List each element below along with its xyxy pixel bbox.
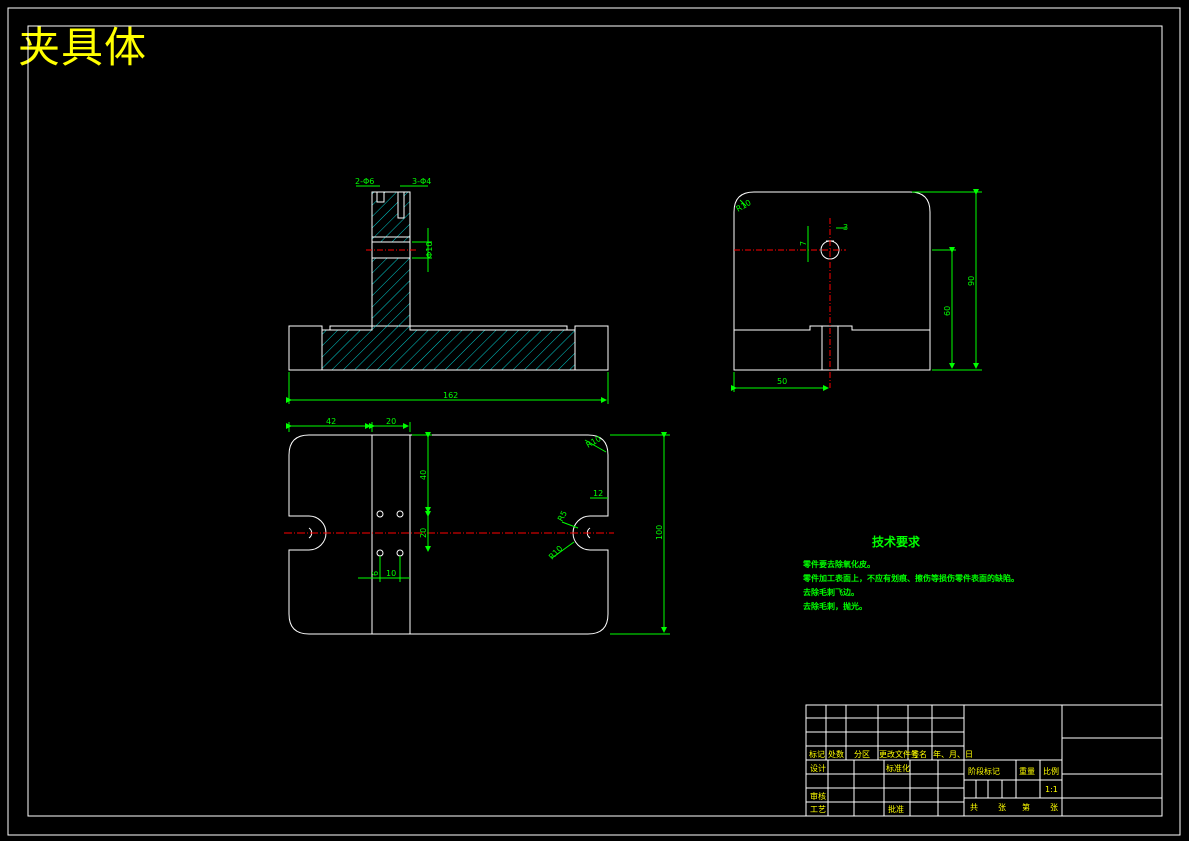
dim-front-height: Φ10 [425,242,434,258]
tb-scale: 比例 [1043,766,1059,776]
dim-plan-hole-h1: 6 [371,571,380,576]
front-pin-slot-left [376,191,385,203]
front-section-view: 2-Φ6 3-Φ4 Φ10 162 [286,177,609,404]
dim-plan-hole-h2: 10 [386,569,396,578]
plan-outline [288,434,609,635]
front-pin-slot-right [397,191,405,219]
tb-header-count: 处数 [828,749,844,759]
plan-hole-3 [376,549,384,557]
title-block [805,704,1163,817]
tech-req-item-3: 去除毛刺飞边。 [803,587,859,597]
dim-plan-radius: R10 [585,434,603,450]
tb-stage-mark: 阶段标记 [968,766,1000,776]
tb-scale-value: 1:1 [1045,785,1058,794]
inner-frame [27,25,1163,817]
tb-sheets-total: 共 [970,803,978,812]
tb-sheets-number: 第 [1022,802,1030,812]
plan-hole-2 [396,510,404,518]
tb-approve: 批准 [888,804,904,814]
tb-weight: 重量 [1019,766,1035,776]
tb-header-zone: 分区 [854,750,870,759]
dim-side-center-height: 60 [943,306,952,316]
tech-req-item-4: 去除毛刺，抛光。 [803,601,867,611]
tb-header-date: 年、月、日 [933,749,973,759]
front-hatched-section [321,191,576,371]
dim-leader-plan-slot-r1 [561,521,579,529]
dim-side-small: 3 [843,223,848,232]
plan-hole-4 [396,549,404,557]
tech-req-item-1: 零件要去除氧化皮。 [802,559,875,569]
tb-design: 设计 [810,763,826,773]
dim-plan-right: 12 [593,489,603,498]
side-outline [733,191,931,371]
dim-plan-total-v: 100 [655,525,664,540]
tb-sheets-unit-b: 张 [1050,803,1058,812]
dim-plan-slot-r1: R5 [556,509,569,523]
plan-view: 42 20 R10 12 40 20 6 10 R5 R10 100 [284,417,670,635]
tb-header-mark: 标记 [809,749,825,759]
dim-plan-left: 42 [326,417,336,426]
tech-req-title: 技术要求 [872,534,921,549]
dim-front-width: 162 [443,391,458,400]
plan-hole-1 [376,510,384,518]
dim-plan-mid: 20 [386,417,396,426]
side-view: R10 3 7 60 90 50 [731,189,982,392]
technical-requirements: 技术要求 零件要去除氧化皮。 零件加工表面上，不应有划痕、擦伤等损伤零件表面的缺… [802,534,1019,611]
tb-standardization: 标准化 [886,763,910,773]
tb-header-sign: 签名 [911,749,927,759]
tb-process: 工艺 [810,805,826,814]
dim-side-total-height: 90 [967,276,976,286]
outer-frame [7,7,1181,836]
dim-front-top-left: 2-Φ6 [355,177,374,186]
tb-review: 审核 [810,791,826,801]
dim-plan-slot-r2: R10 [547,544,565,562]
dim-side-left: 7 [799,241,808,246]
dim-side-width: 50 [777,377,787,386]
dim-side-radius: R10 [735,198,753,214]
cad-drawing-canvas: 2-Φ6 3-Φ4 Φ10 162 R10 3 7 60 90 50 42 20… [7,7,1181,836]
dim-plan-lower-v: 20 [419,528,428,538]
tb-sheets-unit-a: 张 [998,803,1006,812]
tech-req-item-2: 零件加工表面上，不应有划痕、擦伤等损伤零件表面的缺陷。 [802,573,1019,583]
dim-front-top-right: 3-Φ4 [412,177,431,186]
dim-plan-upper-v: 40 [419,470,428,480]
side-base-step [734,325,930,331]
